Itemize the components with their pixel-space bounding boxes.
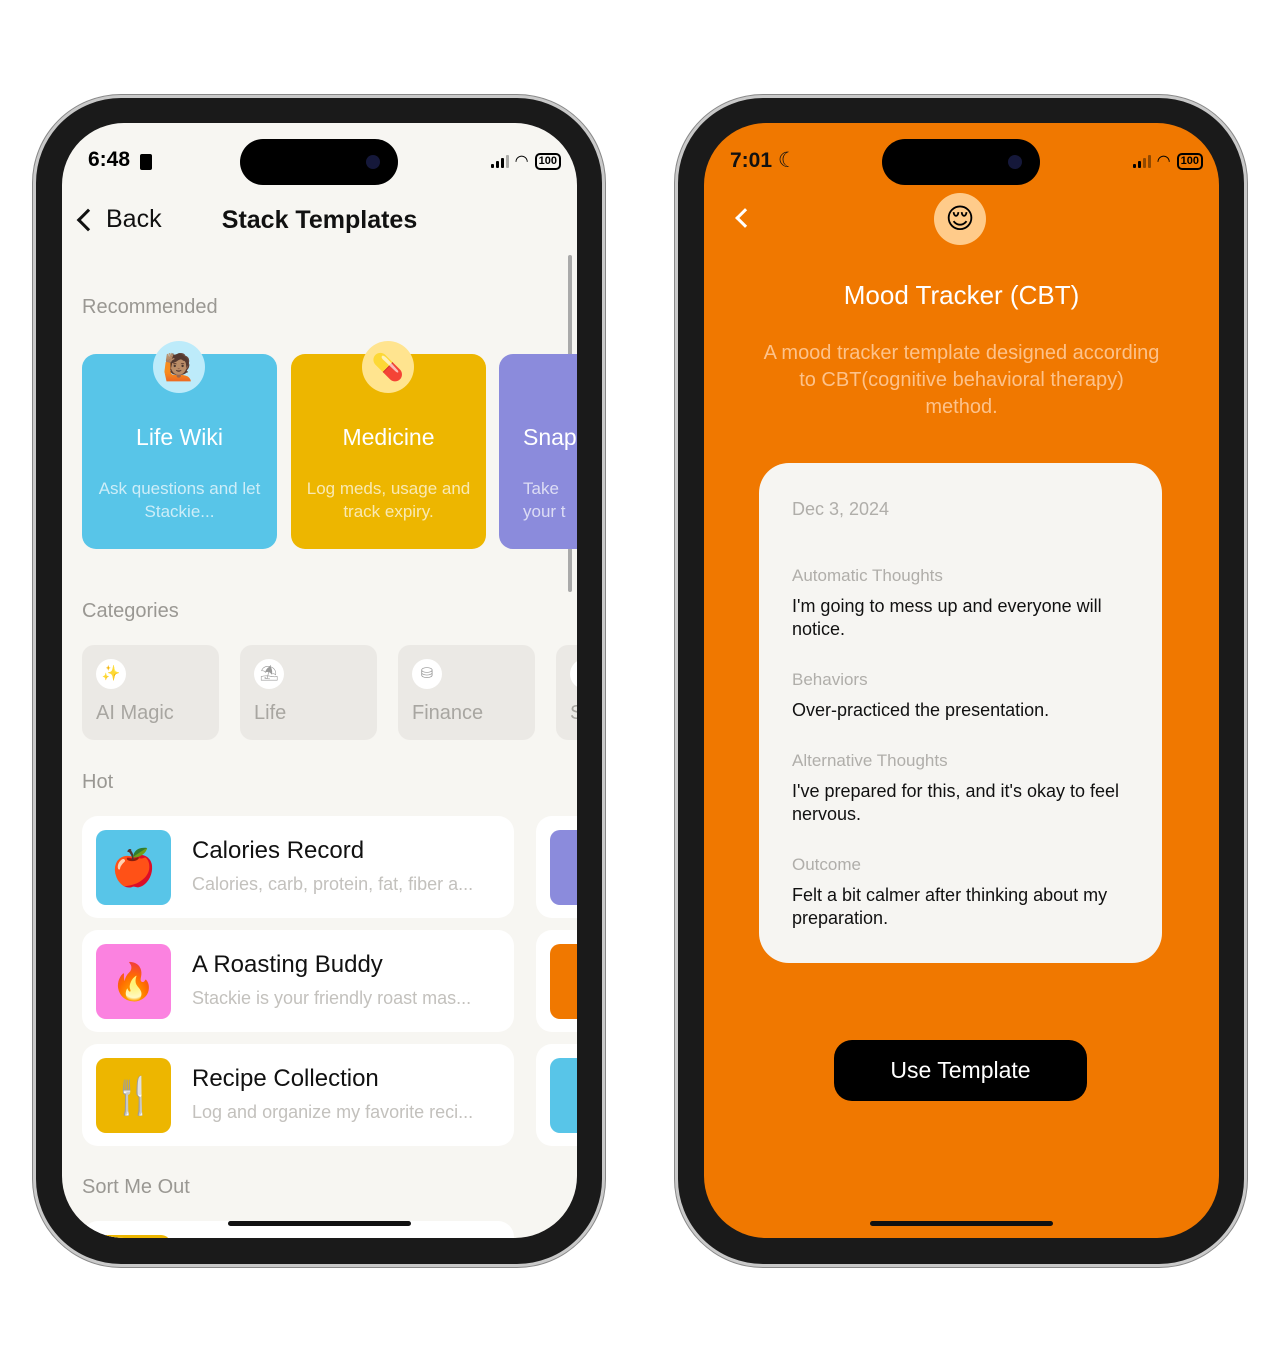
list-item[interactable]: 🍴 Recipe Collection Log and organize my fa… [82,1044,514,1146]
back-button[interactable] [735,208,755,228]
recommended-card[interactable]: Snap Take your t [499,354,577,549]
magic-wand-icon: ✨ [96,659,126,689]
use-template-button[interactable]: Use Template [834,1040,1087,1101]
category-life[interactable]: ⛱ Life [240,645,377,740]
preview-card: Dec 3, 2024 Automatic Thoughts I'm going… [759,463,1162,963]
section-hot: Hot [82,771,114,793]
category-finance[interactable]: ⛁ Finance [398,645,535,740]
section-recommended: Recommended [82,296,218,318]
phone-frame-left: 6:48 ◠ 100 Back Stack Templates Recommen… [33,95,605,1267]
template-description: A mood tracker template designed accordi… [763,342,1160,418]
contact-card-icon [140,154,152,170]
home-indicator[interactable] [228,1221,411,1226]
fork-knife-icon: 🍴 [96,1058,171,1133]
recommended-card[interactable]: 🙋🏽 Life Wiki Ask questions and let Stack… [82,341,277,573]
signal-icon [1132,154,1151,168]
category-partial[interactable]: S [556,645,577,740]
page-title: Stack Templates [221,206,418,234]
signal-icon [490,154,509,168]
umbrella-icon: ⛱ [254,659,284,689]
circle-icon [570,659,577,689]
status-time: 6:48 [88,148,131,171]
list-item[interactable]: 🍎 Calories Record Calories, carb, protein,… [82,816,514,918]
moon-icon: ☾ [777,149,797,172]
emoji-icon: 💊 [362,341,414,393]
section-sort-me-out: Sort Me Out [82,1176,190,1198]
status-time: 7:01 ☾ [730,149,797,172]
phone-frame-right: 7:01 ☾ ◠ 100 😌 Mood Tracker (CBT) A mood… [675,95,1247,1267]
template-emoji-icon: 😌 [934,193,986,245]
list-item[interactable] [536,816,577,918]
coins-icon: ⛁ [412,659,442,689]
stack-templates-screen: 6:48 ◠ 100 Back Stack Templates Recommen… [62,123,577,1238]
recommended-card[interactable]: 💊 Medicine Log meds, usage and track exp… [291,341,486,573]
category-ai-magic[interactable]: ✨ AI Magic [82,645,219,740]
emoji-icon: 🙋🏽 [153,341,205,393]
list-item[interactable] [536,1044,577,1146]
wifi-icon: ◠ [514,153,529,170]
dynamic-island [882,139,1040,185]
apple-icon: 🍎 [96,830,171,905]
section-categories: Categories [82,600,179,622]
list-item[interactable] [536,930,577,1032]
entry-date: Dec 3, 2024 [792,499,890,519]
wifi-icon: ◠ [1156,153,1171,170]
home-indicator[interactable] [870,1221,1053,1226]
battery-icon: 100 [1176,152,1203,170]
dynamic-island [240,139,398,185]
list-item[interactable]: 🔥 A Roasting Buddy Stackie is your friendl… [82,930,514,1032]
template-detail-screen: 7:01 ☾ ◠ 100 😌 Mood Tracker (CBT) A mood… [704,123,1219,1238]
template-title: Mood Tracker (CBT) [843,280,1080,310]
battery-icon: 100 [534,152,561,170]
fire-icon: 🔥 [96,944,171,1019]
